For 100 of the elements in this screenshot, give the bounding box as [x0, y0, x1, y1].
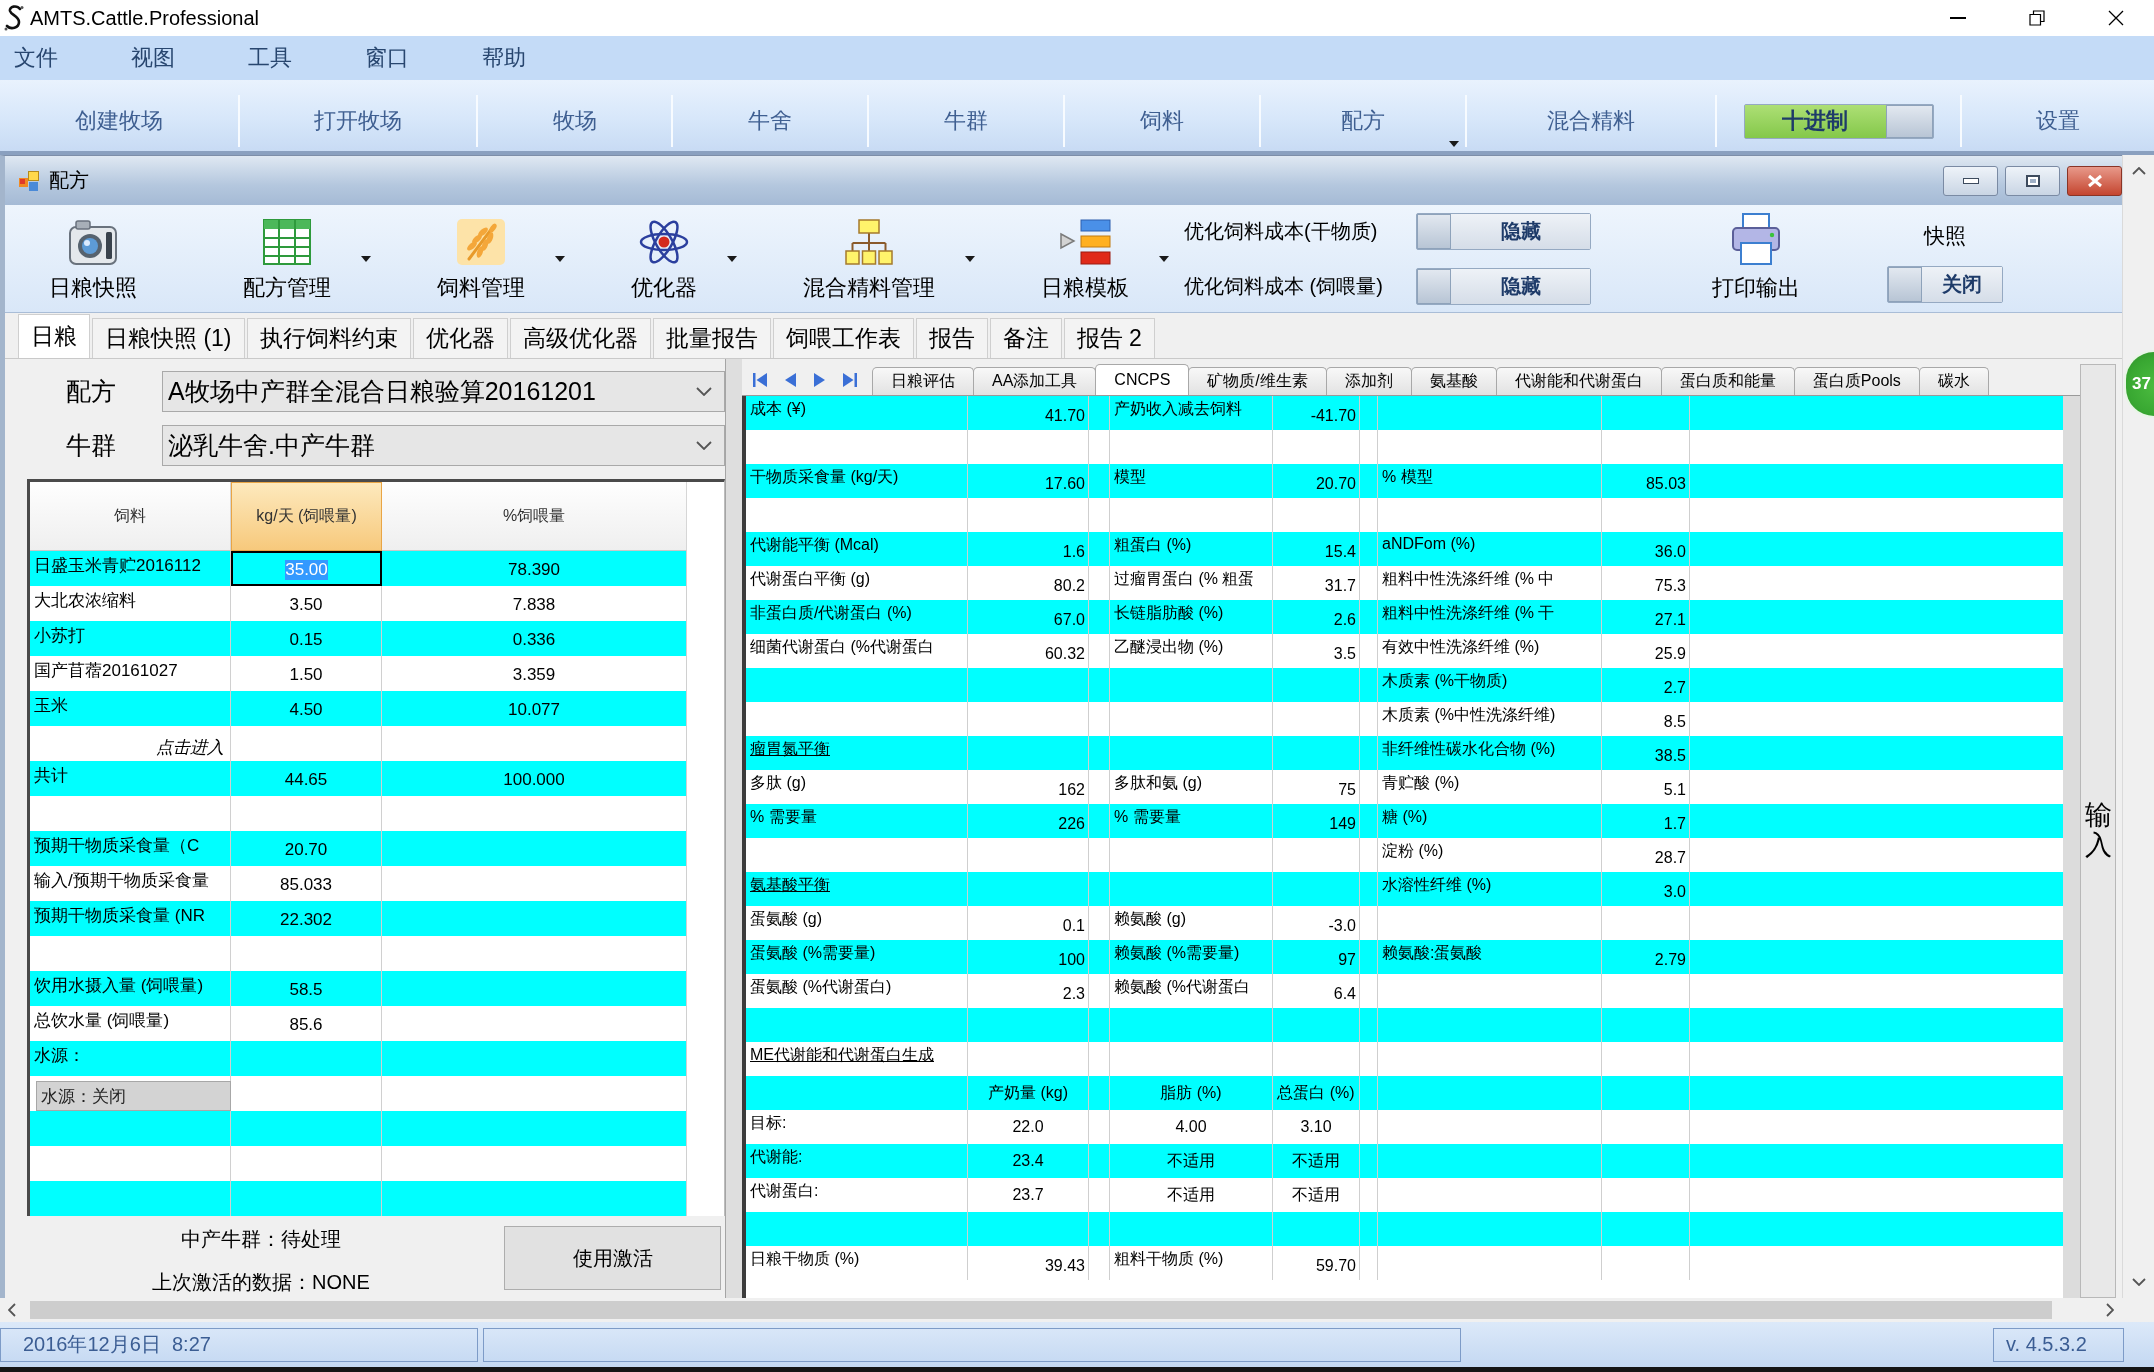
tab[interactable]: 蛋白质和能量 — [1660, 367, 1795, 395]
tab[interactable]: 高级优化器 — [509, 318, 651, 358]
tab[interactable]: 矿物质/维生素 — [1188, 367, 1327, 395]
version-label: v. 4.5.3.2 — [1993, 1327, 2124, 1362]
restore-icon[interactable] — [2029, 10, 2045, 26]
nav-button[interactable]: 创建牧场 — [71, 104, 167, 138]
tab[interactable]: 蛋白质Pools — [1793, 367, 1920, 395]
caret-icon[interactable] — [555, 255, 565, 262]
tab[interactable]: 备注 — [989, 318, 1062, 358]
caret-icon[interactable] — [1159, 255, 1169, 262]
menu-item[interactable]: 工具 — [240, 41, 300, 75]
tab[interactable]: 执行饲料约束 — [246, 318, 411, 358]
tab[interactable]: 碳水 — [1918, 367, 1989, 395]
tab[interactable]: 报告 2 — [1063, 318, 1155, 358]
menu-item[interactable]: 视图 — [123, 41, 183, 75]
nav-button[interactable]: 打开牧场 — [310, 104, 406, 138]
minimize-button[interactable] — [1943, 165, 1998, 196]
option-label: 优化饲料成本 (饲喂量) — [1184, 274, 1384, 299]
tab[interactable]: 批量报告 — [652, 318, 771, 358]
maximize-button[interactable] — [2005, 165, 2060, 196]
table-cell: 预期干物质采食量（C — [30, 831, 231, 866]
nav-button[interactable]: 牧场 — [548, 104, 601, 138]
nav-button[interactable]: 饲料 — [1136, 104, 1188, 138]
table-cell: 代谢能: — [746, 1144, 968, 1178]
nav-button[interactable]: 牛群 — [940, 104, 992, 138]
column-header[interactable]: 饲料 — [30, 482, 231, 551]
dropdown[interactable]: A牧场中产群全混合日粮验算20161201 — [162, 371, 725, 412]
scrollbar-thumb[interactable] — [30, 1301, 2052, 1319]
toolbar-button[interactable]: 饲料管理 — [427, 205, 535, 312]
section-heading: 瘤胃氮平衡 — [746, 736, 968, 770]
table-cell: 0.15 — [231, 621, 382, 656]
table-cell: 85.03 — [1602, 464, 1690, 498]
right-arrow-icon[interactable] — [814, 372, 825, 387]
print-button[interactable]: 打印输出 — [1702, 205, 1810, 312]
tab[interactable]: 日粮评估 — [872, 367, 974, 395]
window-title: AMTS.Cattle.Professional — [30, 6, 259, 30]
table-cell: 粗蛋白 (%) — [1110, 532, 1273, 566]
table-cell: 赖氨酸 (%需要量) — [1110, 940, 1273, 974]
table-cell: 成本 (¥) — [746, 396, 968, 430]
close-icon[interactable] — [2108, 10, 2124, 26]
close-button[interactable] — [2067, 165, 2122, 196]
side-tab[interactable]: 输入 — [2080, 364, 2116, 1298]
toggle-switch[interactable]: 关闭 — [1887, 266, 2003, 303]
first-arrow-icon[interactable] — [753, 372, 767, 387]
column-header[interactable]: %饲喂量 — [382, 482, 687, 551]
last-arrow-icon[interactable] — [843, 372, 857, 387]
table-cell: 3.0 — [1602, 872, 1690, 906]
tab[interactable]: 氨基酸 — [1410, 367, 1497, 395]
table-cell: 长链脂肪酸 (%) — [1110, 600, 1273, 634]
table-cell: 2.79 — [1602, 940, 1690, 974]
tab[interactable]: CNCPS — [1095, 364, 1190, 395]
column-header[interactable]: kg/天 (饲喂量) — [231, 482, 382, 551]
caret-icon[interactable] — [965, 255, 975, 262]
tab[interactable]: 日粮快照 (1) — [92, 318, 245, 358]
caret-icon[interactable] — [361, 255, 371, 262]
menu-item[interactable]: 窗口 — [357, 41, 417, 75]
activate-button[interactable]: 使用激活 — [504, 1226, 721, 1290]
table-cell: 蛋氨酸 (%需要量) — [746, 940, 968, 974]
caret-icon[interactable] — [1449, 141, 1459, 147]
toolbar-button[interactable]: 配方管理 — [233, 205, 341, 312]
table-cell: 22.302 — [231, 901, 382, 936]
tab[interactable]: 优化器 — [412, 318, 508, 358]
left-arrow-icon[interactable] — [785, 372, 796, 387]
table-cell: 日盛玉米青贮2016112 — [30, 551, 231, 586]
minimize-icon — [1962, 177, 1979, 184]
nav-button[interactable]: 牛舍 — [744, 104, 796, 138]
tab[interactable]: 饲喂工作表 — [772, 318, 914, 358]
tab[interactable]: 代谢能和代谢蛋白 — [1495, 367, 1662, 395]
tab[interactable]: 报告 — [915, 318, 988, 358]
tab[interactable]: AA添加工具 — [973, 367, 1097, 395]
splitter-handle[interactable] — [725, 359, 742, 1298]
toggle-switch[interactable]: 隐藏 — [1416, 268, 1591, 305]
toolbar-button[interactable]: 混合精料管理 — [793, 205, 945, 312]
tab[interactable]: 日粮 — [18, 314, 90, 358]
horizontal-scrollbar[interactable] — [0, 1298, 2154, 1322]
window-title: 配方 — [49, 168, 89, 193]
toggle-switch[interactable]: 十进制 — [1743, 103, 1934, 139]
dropdown[interactable]: 泌乳牛舍.中产牛群 — [162, 425, 725, 466]
section-heading: 氨基酸平衡 — [746, 872, 968, 906]
caret-icon[interactable] — [727, 255, 737, 262]
nav-button[interactable]: 配方 — [1337, 104, 1389, 138]
menu-item[interactable]: 文件 — [6, 41, 66, 75]
toggle-switch[interactable]: 隐藏 — [1416, 213, 1591, 250]
status-text: 上次激活的数据：NONE — [152, 1270, 370, 1295]
tab[interactable]: 添加剂 — [1325, 367, 1412, 395]
table-cell: 20.70 — [1273, 464, 1360, 498]
toolbar-button[interactable]: 日粮快照 — [39, 205, 147, 312]
nav-button[interactable]: 设置 — [2032, 104, 2084, 138]
field-label: 牛群 — [65, 430, 117, 461]
table-cell: 不适用 — [1273, 1144, 1360, 1178]
menu-item[interactable]: 帮助 — [474, 41, 534, 75]
table-cell: 粗料中性洗涤纤维 (% 干 — [1378, 600, 1602, 634]
toolbar-button[interactable]: 优化器 — [621, 205, 707, 312]
table-cell: 0.336 — [382, 621, 687, 656]
nav-button[interactable]: 混合精料 — [1543, 104, 1639, 138]
table-cell: 59.70 — [1273, 1246, 1360, 1280]
table-cell: 1.7 — [1602, 804, 1690, 838]
source-button[interactable]: 水源：关闭 — [36, 1081, 231, 1111]
table-cell: 木质素 (%干物质) — [1378, 668, 1602, 702]
toolbar-button[interactable]: 日粮模板 — [1031, 205, 1139, 312]
